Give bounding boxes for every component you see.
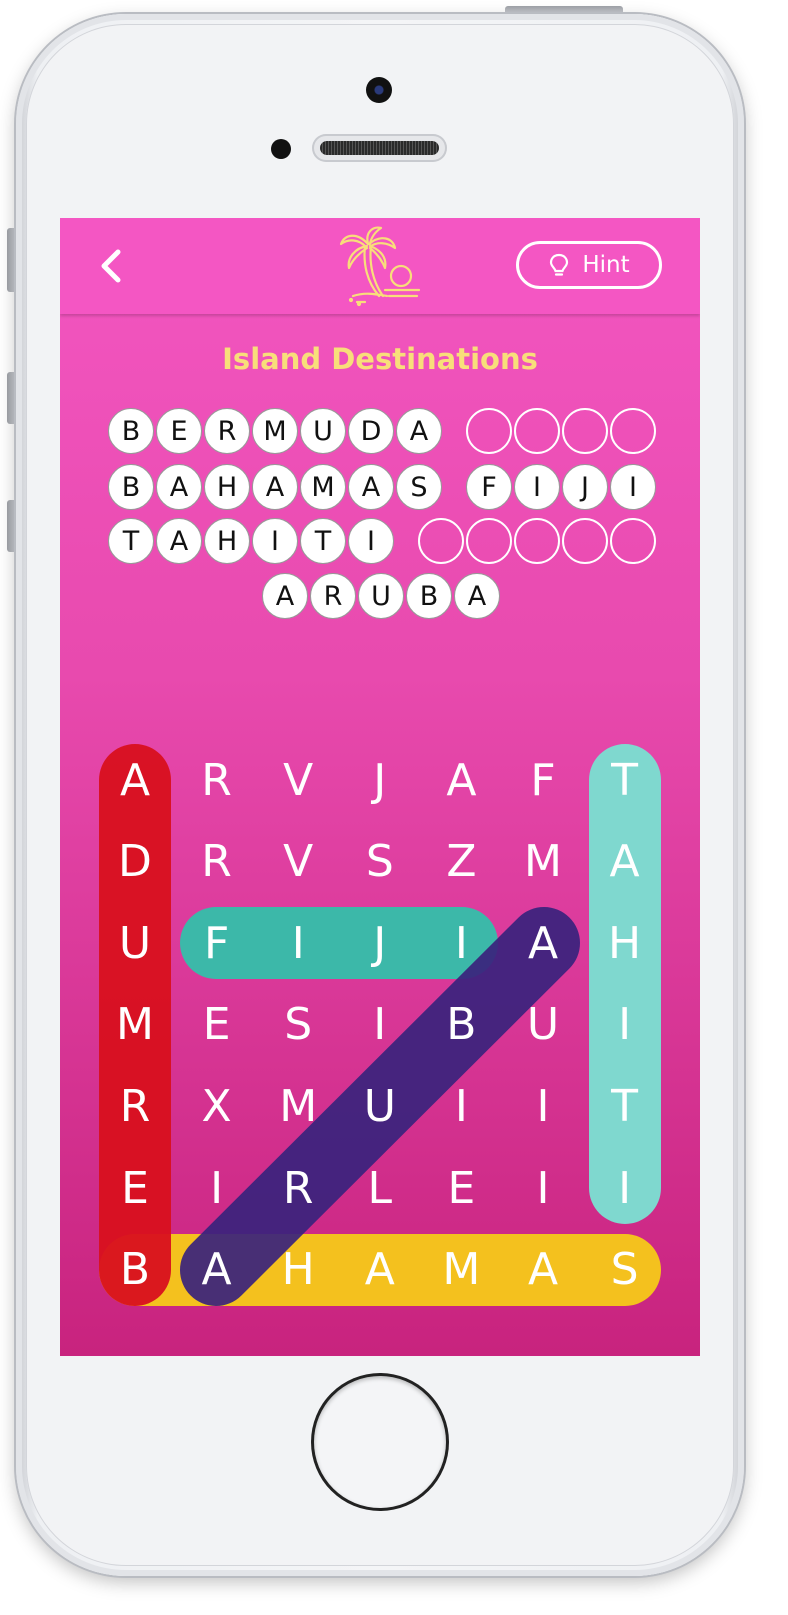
grid-cell[interactable]: S [340,822,420,902]
grid-cell[interactable]: Z [421,822,501,902]
grid-cell[interactable]: B [421,985,501,1065]
grid-cell[interactable]: A [503,903,583,983]
home-button[interactable] [314,1376,446,1508]
grid-cell[interactable]: A [177,1230,257,1310]
grid-cell[interactable]: I [258,903,338,983]
front-camera [366,77,392,103]
grid-cell[interactable]: I [585,985,665,1065]
grid-cell[interactable]: I [503,1148,583,1228]
grid-cell[interactable]: R [177,822,257,902]
grid-cell[interactable]: I [177,1148,257,1228]
grid-cell[interactable]: S [585,1230,665,1310]
grid-cell[interactable]: H [585,903,665,983]
grid-cell[interactable]: A [585,822,665,902]
grid-cell[interactable]: J [340,903,420,983]
grid-cell[interactable]: A [340,1230,420,1310]
proximity-sensor [271,139,291,159]
grid-cell[interactable]: I [421,903,501,983]
grid-cell[interactable]: R [95,1066,175,1146]
grid-cell[interactable]: I [421,1066,501,1146]
grid-cell[interactable]: E [421,1148,501,1228]
grid-cell[interactable]: T [585,1066,665,1146]
grid-cell[interactable]: J [340,740,420,820]
grid-cell[interactable]: E [95,1148,175,1228]
grid-cell[interactable]: I [503,1066,583,1146]
grid-cell[interactable]: T [585,740,665,820]
grid-cell[interactable]: D [95,822,175,902]
grid-cell[interactable]: X [177,1066,257,1146]
grid-cell[interactable]: F [503,740,583,820]
earpiece-speaker [312,134,447,162]
grid-cell[interactable]: U [95,903,175,983]
grid-cell[interactable]: I [340,985,420,1065]
grid-cell[interactable]: S [258,985,338,1065]
grid-cell[interactable]: M [421,1230,501,1310]
grid-cell[interactable]: B [95,1230,175,1310]
game-screen: Hint Island Destinations BERMUDA BAHAMAS… [60,218,700,1356]
grid-cell[interactable]: F [177,903,257,983]
grid-cell[interactable]: M [258,1066,338,1146]
grid-cell[interactable]: A [95,740,175,820]
grid-cell[interactable]: M [95,985,175,1065]
grid-cell[interactable]: R [258,1148,338,1228]
grid-cell[interactable]: V [258,740,338,820]
grid-cell[interactable]: R [177,740,257,820]
grid-cell[interactable]: V [258,822,338,902]
grid-cell[interactable]: E [177,985,257,1065]
grid-cell[interactable]: M [503,822,583,902]
grid-cell[interactable]: H [258,1230,338,1310]
grid-cell[interactable]: U [503,985,583,1065]
grid-cell[interactable]: I [585,1148,665,1228]
grid-cell[interactable]: U [340,1066,420,1146]
grid-cell[interactable]: A [503,1230,583,1310]
grid-cell[interactable]: A [421,740,501,820]
grid-cell[interactable]: L [340,1148,420,1228]
